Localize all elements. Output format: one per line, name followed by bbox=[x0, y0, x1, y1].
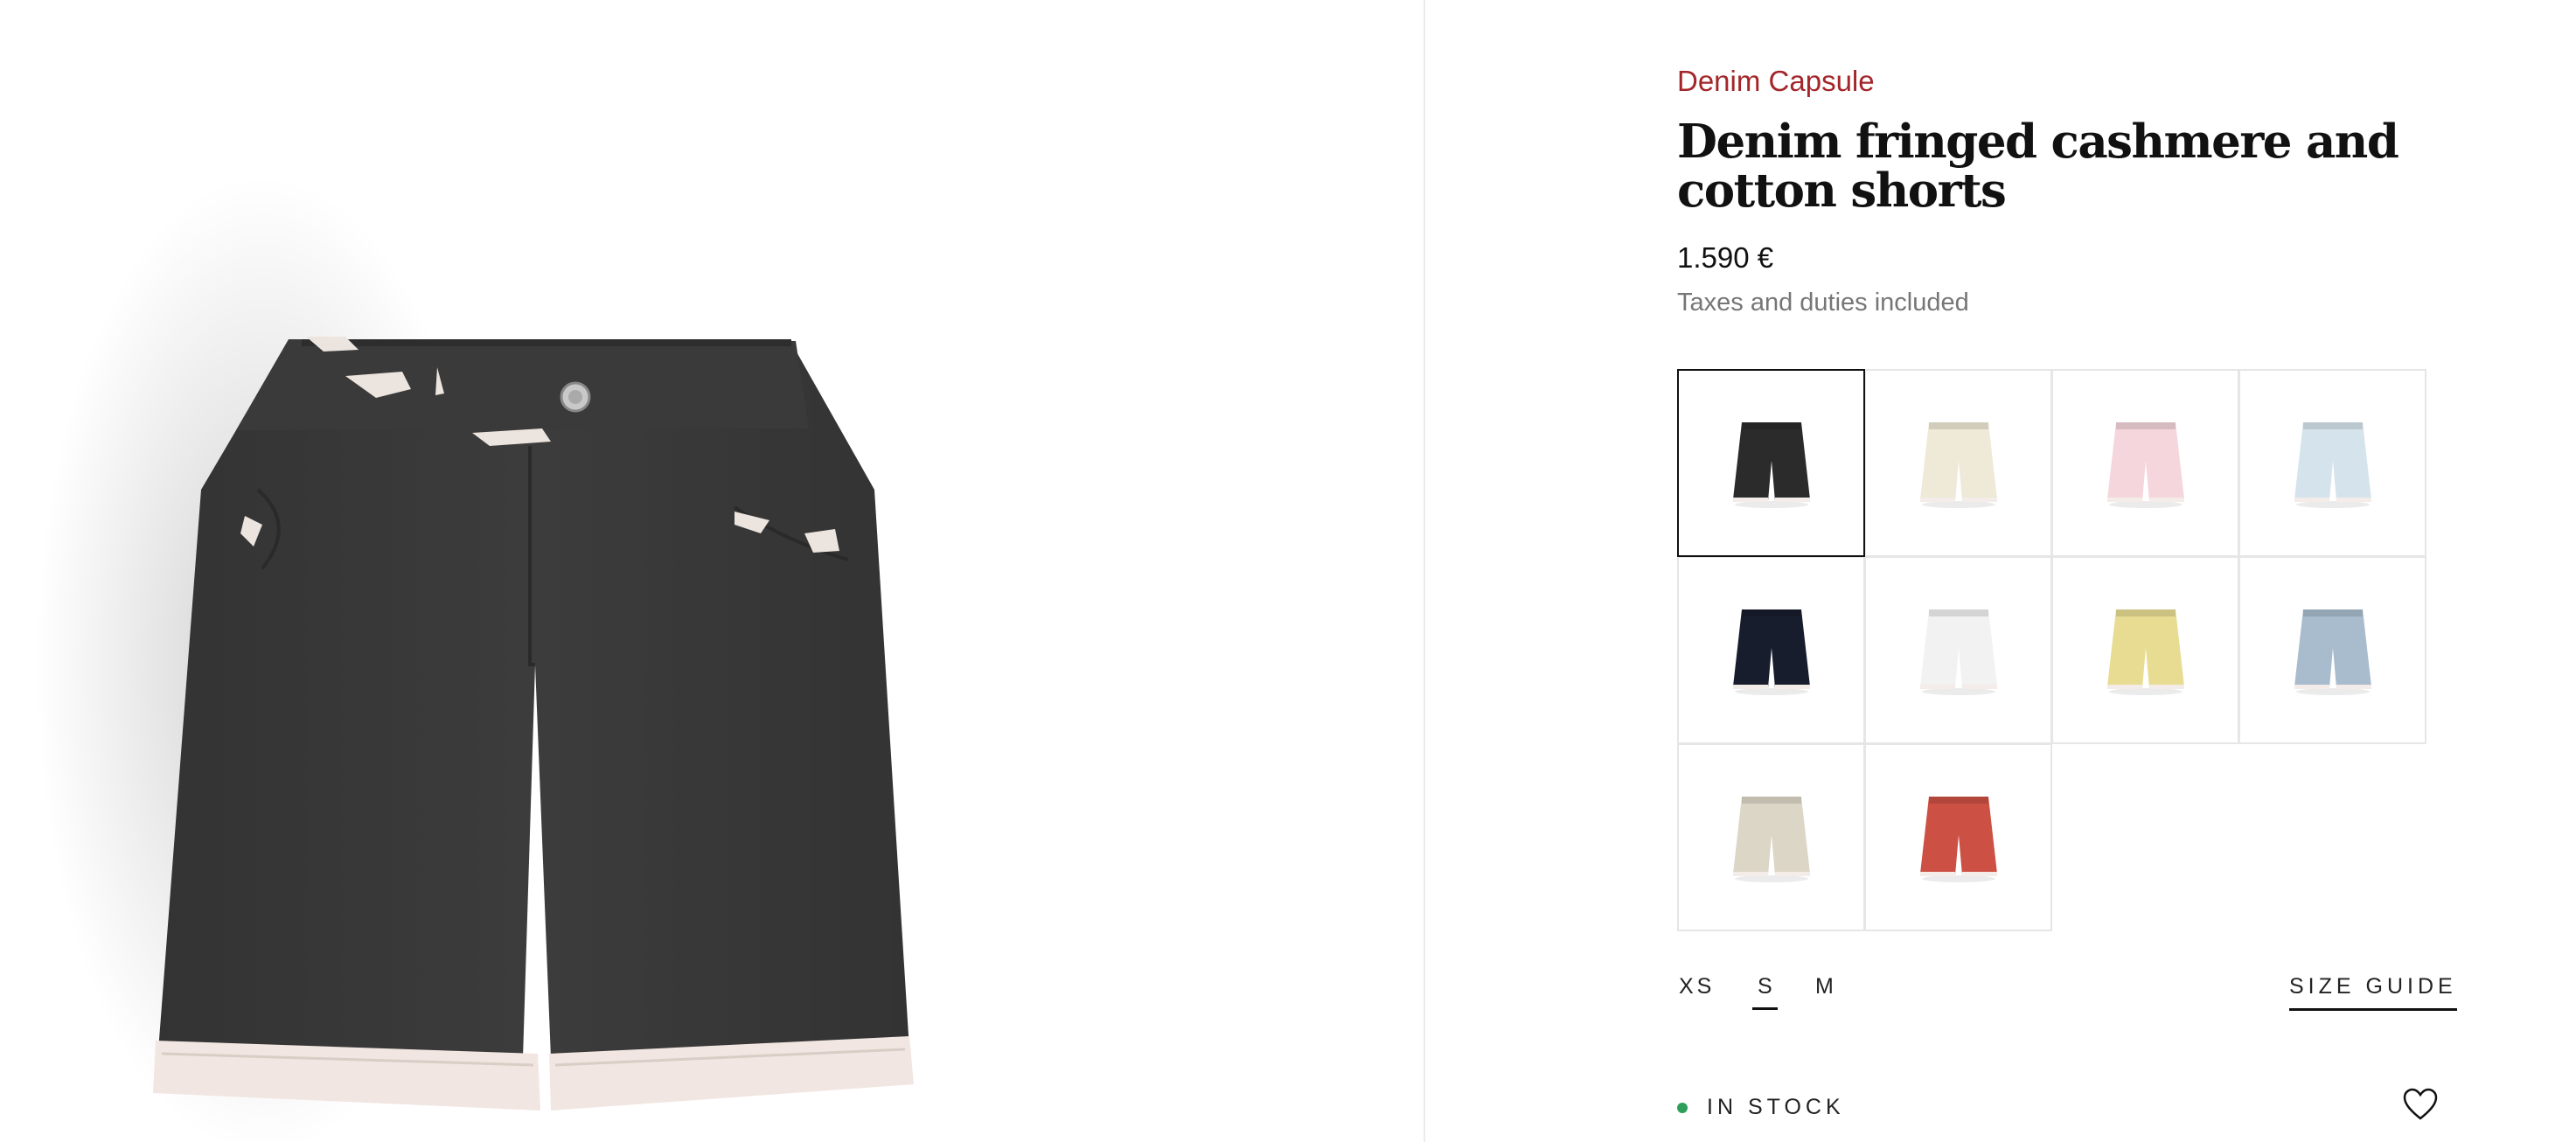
size-option-s[interactable]: S bbox=[1752, 974, 1778, 1010]
swatch-shorts-thumbnail bbox=[1732, 421, 1810, 508]
product-info-panel: Denim Capsule Denim fringed cashmere and… bbox=[1425, 0, 2576, 1142]
swatch-shorts-thumbnail bbox=[1732, 609, 1810, 695]
color-swatch-red[interactable] bbox=[1864, 743, 2052, 931]
color-swatch-white[interactable] bbox=[1864, 556, 2052, 744]
size-option-m[interactable]: M bbox=[1815, 974, 1837, 1010]
stock-status-label: IN STOCK bbox=[1707, 1095, 1845, 1119]
product-title: Denim fringed cashmere and cotton shorts bbox=[1677, 115, 2399, 218]
swatch-shorts-thumbnail bbox=[2294, 421, 2371, 508]
swatch-shorts-thumbnail bbox=[1919, 796, 1997, 882]
shorts-waistband bbox=[236, 339, 809, 430]
product-price: 1.590 € bbox=[1677, 241, 1774, 274]
heart-icon[interactable] bbox=[2403, 1088, 2438, 1121]
size-option-xs[interactable]: XS bbox=[1679, 974, 1715, 1010]
swatch-shorts-thumbnail bbox=[2106, 609, 2184, 695]
color-swatch-grid bbox=[1677, 369, 2427, 932]
swatch-shorts-thumbnail bbox=[2106, 421, 2184, 508]
shorts-body bbox=[157, 341, 909, 1062]
color-swatch-pink[interactable] bbox=[2051, 369, 2239, 557]
color-swatch-black[interactable] bbox=[1677, 369, 1865, 557]
collection-link[interactable]: Denim Capsule bbox=[1677, 65, 1875, 98]
swatch-shorts-thumbnail bbox=[1919, 609, 1997, 695]
product-main-image[interactable] bbox=[0, 0, 1424, 1142]
color-swatch-light-blue[interactable] bbox=[2238, 369, 2426, 557]
color-swatch-yellow[interactable] bbox=[2051, 556, 2239, 744]
size-guide-link[interactable]: SIZE GUIDE bbox=[2289, 974, 2457, 1011]
swatch-shorts-thumbnail bbox=[2294, 609, 2371, 695]
stock-status-dot bbox=[1677, 1102, 1688, 1113]
swatch-shorts-thumbnail bbox=[1732, 796, 1810, 882]
swatch-shorts-thumbnail bbox=[1919, 421, 1997, 508]
stock-status: IN STOCK bbox=[1677, 1095, 1845, 1120]
product-image-panel bbox=[0, 0, 1424, 1142]
tax-note: Taxes and duties included bbox=[1677, 289, 1969, 317]
color-swatch-beige[interactable] bbox=[1677, 743, 1865, 931]
color-swatch-denim-blue[interactable] bbox=[2238, 556, 2426, 744]
color-swatch-ivory[interactable] bbox=[1864, 369, 2052, 557]
color-swatch-navy[interactable] bbox=[1677, 556, 1865, 744]
